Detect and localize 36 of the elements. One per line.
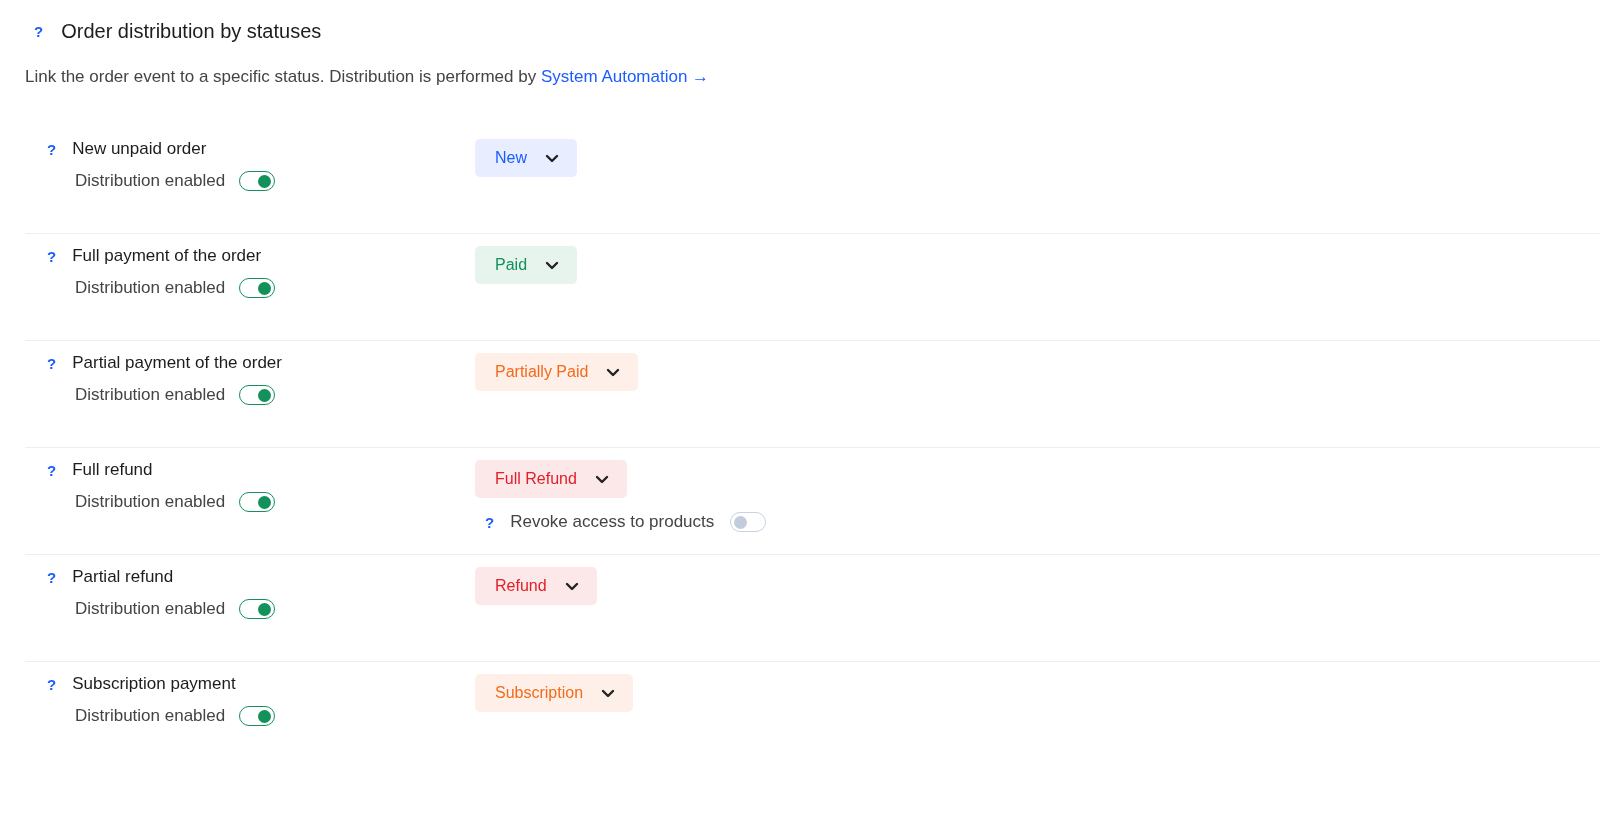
help-icon[interactable]: ? bbox=[34, 23, 44, 40]
toggle-label: Distribution enabled bbox=[75, 492, 226, 512]
option-label: Revoke access to products bbox=[510, 512, 715, 532]
help-icon[interactable]: ? bbox=[47, 354, 57, 372]
help-icon[interactable]: ? bbox=[47, 247, 57, 265]
toggle-label: Distribution enabled bbox=[75, 599, 226, 619]
event-name: Full refund bbox=[72, 460, 153, 480]
chevron-down-icon bbox=[564, 581, 579, 591]
system-automation-link[interactable]: System Automation → bbox=[540, 67, 710, 86]
toggle-label: Distribution enabled bbox=[75, 706, 226, 726]
status-dropdown[interactable]: Subscription bbox=[475, 674, 634, 712]
chevron-down-icon bbox=[545, 260, 560, 270]
status-dropdown[interactable]: New bbox=[475, 139, 577, 177]
help-icon[interactable]: ? bbox=[47, 568, 57, 586]
chevron-down-icon bbox=[601, 688, 616, 698]
status-dropdown[interactable]: Partially Paid bbox=[475, 353, 639, 391]
help-icon[interactable]: ? bbox=[47, 461, 57, 479]
event-name: Subscription payment bbox=[72, 674, 236, 694]
section-title: Order distribution by statuses bbox=[61, 20, 322, 43]
help-icon[interactable]: ? bbox=[485, 513, 495, 531]
event-name: Partial refund bbox=[72, 567, 174, 587]
help-icon[interactable]: ? bbox=[47, 140, 57, 158]
status-dropdown[interactable]: Full Refund bbox=[475, 460, 627, 498]
toggle-label: Distribution enabled bbox=[75, 385, 226, 405]
status-dropdown[interactable]: Refund bbox=[475, 567, 597, 605]
toggle-label: Distribution enabled bbox=[75, 171, 226, 191]
event-name: New unpaid order bbox=[72, 139, 207, 159]
status-dropdown[interactable]: Paid bbox=[475, 246, 578, 284]
chevron-down-icon bbox=[545, 153, 559, 163]
chevron-down-icon bbox=[606, 367, 621, 377]
section-description: Link the order event to a specific status. Distribution is performed by System Automation → bbox=[25, 67, 711, 87]
chevron-down-icon bbox=[594, 474, 609, 484]
event-name: Full payment of the order bbox=[72, 246, 262, 266]
help-icon[interactable]: ? bbox=[47, 675, 57, 693]
event-name: Partial payment of the order bbox=[72, 353, 282, 373]
toggle-label: Distribution enabled bbox=[75, 278, 226, 298]
